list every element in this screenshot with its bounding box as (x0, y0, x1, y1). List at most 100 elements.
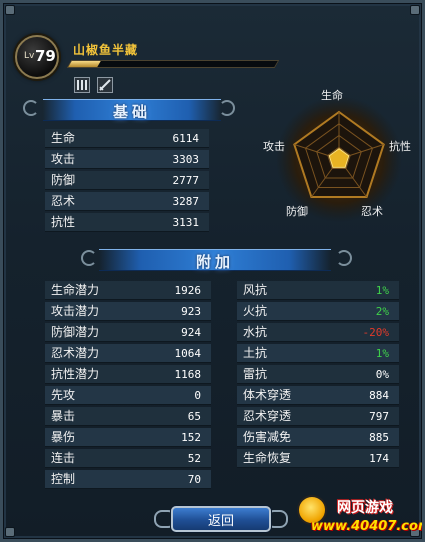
stat-label: 忍术潜力 (51, 346, 100, 360)
stat-label: 先攻 (51, 388, 76, 402)
basic-section-title: 基础 (112, 103, 151, 121)
basic-section-banner: 基础 (43, 99, 221, 121)
stat-label: 火抗 (243, 304, 268, 318)
stat-value: 924 (181, 326, 201, 339)
swirl-ornament-icon (81, 250, 97, 266)
radar-label-ninjutsu: 忍术 (361, 205, 383, 218)
level-emblem: Lv 79 (15, 35, 59, 79)
stat-label: 生命 (51, 131, 76, 145)
stat-value: 797 (369, 410, 389, 423)
level-value: 79 (35, 47, 56, 65)
stat-value: 2% (375, 305, 389, 318)
stat-row: 生命潜力 1926 (45, 281, 211, 300)
stat-label: 伤害减免 (243, 430, 292, 444)
stat-label: 防御 (51, 173, 76, 187)
scroll-icon[interactable] (74, 77, 90, 93)
stat-row: 生命恢复 174 (237, 449, 399, 468)
stat-value: 3287 (172, 195, 200, 208)
experience-bar (66, 60, 280, 68)
stat-value: 6114 (172, 132, 200, 145)
stat-label: 风抗 (243, 283, 268, 297)
stat-row: 暴伤 152 (45, 428, 211, 447)
stat-row: 体术穿透 884 (237, 386, 399, 405)
corner-bolt (5, 5, 15, 15)
stat-label: 暴击 (51, 409, 76, 423)
stat-label: 忍术 (51, 194, 76, 208)
stat-row: 抗性潜力 1168 (45, 365, 211, 384)
stat-value: 1% (375, 284, 389, 297)
stat-label: 攻击潜力 (51, 304, 100, 318)
stat-row: 攻击潜力 923 (45, 302, 211, 321)
stat-value: 1926 (174, 284, 202, 297)
stat-value: 65 (187, 410, 201, 423)
site-watermark: 网页游戏 www.40407.com (293, 491, 425, 539)
back-button[interactable]: 返回 (171, 506, 271, 532)
stat-value: 884 (369, 389, 389, 402)
stat-row: 防御潜力 924 (45, 323, 211, 342)
character-name: 山椒鱼半藏 (73, 43, 139, 57)
stat-label: 水抗 (243, 325, 268, 339)
stat-value: 0% (375, 368, 389, 381)
stat-row: 生命 6114 (45, 129, 209, 148)
stat-value: 3303 (172, 153, 200, 166)
stat-row: 攻击 3303 (45, 150, 209, 169)
stat-row: 忍术潜力 1064 (45, 344, 211, 363)
stat-value: 1064 (174, 347, 202, 360)
stat-row: 先攻 0 (45, 386, 211, 405)
stat-value: 52 (187, 452, 201, 465)
stat-row: 忍术 3287 (45, 192, 209, 211)
corner-bolt (5, 527, 15, 537)
stat-label: 控制 (51, 472, 76, 486)
stat-label: 抗性 (51, 215, 76, 229)
stat-label: 体术穿透 (243, 388, 292, 402)
stat-row: 伤害减免 885 (237, 428, 399, 447)
stat-row: 水抗 -20% (237, 323, 399, 342)
stat-label: 忍术穿透 (243, 409, 292, 423)
radar-label-attack: 攻击 (263, 140, 285, 153)
stat-label: 防御潜力 (51, 325, 100, 339)
level-prefix: Lv (24, 51, 35, 61)
stat-label: 连击 (51, 451, 76, 465)
watermark-title: 网页游戏 (337, 500, 393, 516)
sword-icon[interactable] (97, 77, 113, 93)
stat-label: 生命潜力 (51, 283, 100, 297)
stat-label: 暴伤 (51, 430, 76, 444)
radar-label-defense: 防御 (286, 205, 308, 218)
watermark-url: www.40407.com (311, 519, 425, 534)
stat-row: 控制 70 (45, 470, 211, 489)
stat-value: 923 (181, 305, 201, 318)
stat-row: 暴击 65 (45, 407, 211, 426)
stat-row: 雷抗 0% (237, 365, 399, 384)
stat-label: 攻击 (51, 152, 76, 166)
stat-value: 3131 (172, 216, 200, 229)
stat-label: 抗性潜力 (51, 367, 100, 381)
radar-graphic (276, 96, 402, 222)
swirl-ornament-icon (336, 250, 352, 266)
swirl-ornament-icon (23, 100, 39, 116)
stat-row: 连击 52 (45, 449, 211, 468)
stat-row: 防御 2777 (45, 171, 209, 190)
swirl-ornament-icon (219, 100, 235, 116)
stat-label: 生命恢复 (243, 451, 292, 465)
extra-section-title: 附加 (195, 253, 234, 271)
radar-label-resistance: 抗性 (389, 140, 411, 153)
corner-bolt (410, 5, 420, 15)
stat-value: 0 (194, 389, 201, 402)
experience-bar-fill (68, 61, 101, 67)
stat-value: 885 (369, 431, 389, 444)
character-stats-panel: Lv 79 山椒鱼半藏 基础 生命 6114 攻击 3303 防御 2777 忍术 3287 抗… (0, 0, 425, 542)
stat-value: -20% (362, 326, 390, 339)
extra-section-banner: 附加 (99, 249, 331, 271)
stat-row: 风抗 1% (237, 281, 399, 300)
stat-value: 174 (369, 452, 389, 465)
stat-row: 抗性 3131 (45, 213, 209, 232)
radar-label-hp: 生命 (321, 89, 343, 102)
stat-value: 2777 (172, 174, 200, 187)
stat-row: 忍术穿透 797 (237, 407, 399, 426)
stat-value: 70 (187, 473, 201, 486)
stat-label: 土抗 (243, 346, 268, 360)
attribute-radar-chart: 生命 抗性 忍术 防御 攻击 (259, 89, 419, 229)
stat-row: 火抗 2% (237, 302, 399, 321)
stat-label: 雷抗 (243, 367, 268, 381)
stat-value: 1168 (174, 368, 202, 381)
